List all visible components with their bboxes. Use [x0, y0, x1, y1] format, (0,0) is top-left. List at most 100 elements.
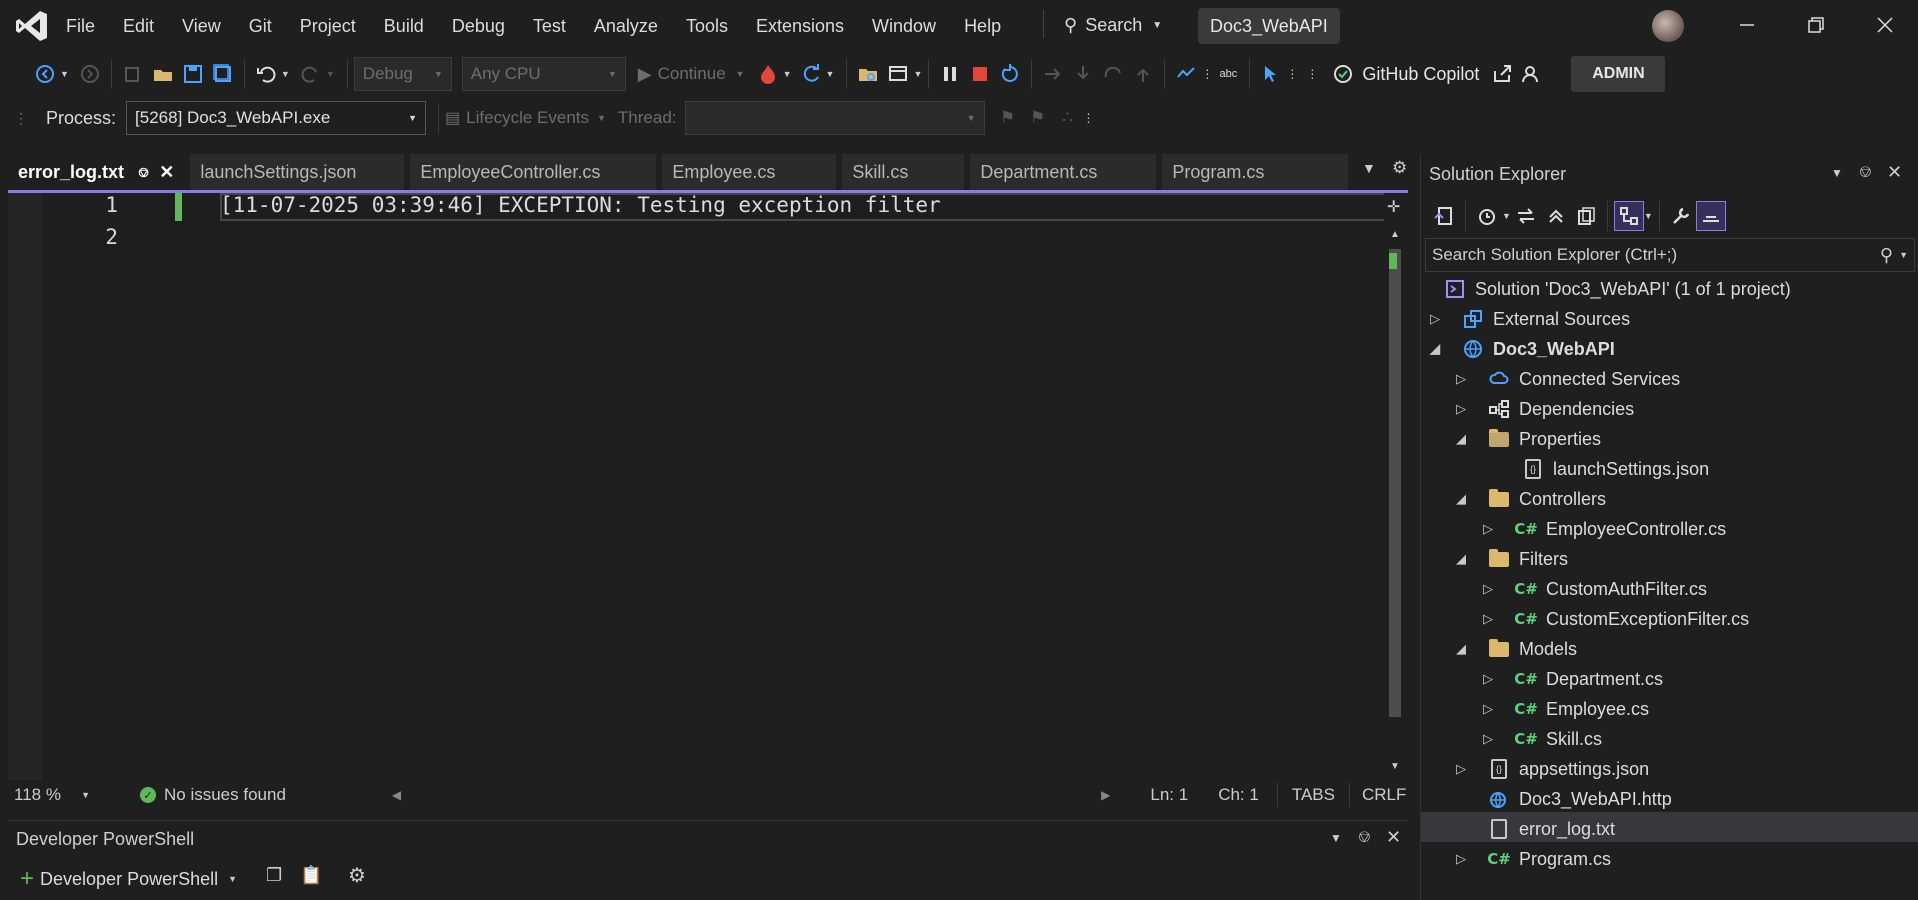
tree-item-launch-settings[interactable]: {} launchSettings.json — [1505, 454, 1709, 484]
show-all-files-icon[interactable] — [1571, 201, 1601, 231]
sync-with-active-document-icon[interactable] — [1511, 201, 1541, 231]
expand-arrow-icon[interactable]: ▷ — [1451, 401, 1471, 417]
save-all-icon[interactable] — [208, 59, 238, 89]
scrollbar-thumb[interactable] — [1389, 249, 1401, 717]
expand-arrow-icon[interactable]: ▷ — [1478, 581, 1498, 597]
navigate-back-icon[interactable] — [30, 59, 60, 89]
find-in-files-icon[interactable] — [853, 59, 883, 89]
overflow-icon[interactable]: ⋮ — [1201, 67, 1213, 81]
chevron-down-icon[interactable]: ▼ — [1831, 166, 1843, 180]
feedback-icon[interactable] — [1517, 59, 1547, 89]
chevron-down-icon[interactable]: ▼ — [1330, 831, 1342, 845]
tree-item-properties[interactable]: ◢ Properties — [1451, 424, 1601, 454]
chevron-down-icon[interactable]: ▼ — [1899, 250, 1908, 260]
collapse-arrow-icon[interactable]: ◢ — [1425, 341, 1445, 357]
open-folder-icon[interactable] — [148, 59, 178, 89]
tree-item-employee[interactable]: ▷ C# Employee.cs — [1478, 694, 1649, 724]
hot-reload-icon[interactable] — [753, 59, 783, 89]
tree-item-custom-auth-filter[interactable]: ▷ C# CustomAuthFilter.cs — [1478, 574, 1707, 604]
browser-link-icon[interactable] — [883, 59, 913, 89]
copy-icon[interactable]: ❐ — [266, 865, 282, 886]
split-editor-icon[interactable]: ✛ — [1387, 197, 1400, 217]
github-copilot-label[interactable]: GitHub Copilot — [1362, 64, 1479, 85]
tree-item-project[interactable]: ◢ Doc3_WebAPI — [1425, 334, 1615, 364]
tree-item-program[interactable]: ▷ C# Program.cs — [1451, 844, 1611, 874]
pending-changes-filter-icon[interactable] — [1472, 201, 1502, 231]
chevron-down-icon[interactable]: ▼ — [60, 69, 69, 79]
tree-item-appsettings[interactable]: ▷ {} appsettings.json — [1451, 754, 1649, 784]
close-icon[interactable]: ✕ — [159, 154, 174, 190]
overflow-icon[interactable]: ⋮ — [1083, 111, 1095, 125]
indentation-indicator[interactable]: TABS — [1292, 785, 1335, 805]
menu-help[interactable]: Help — [950, 0, 1015, 52]
search-button[interactable]: ⚲ Search ▼ — [1064, 10, 1162, 40]
admin-badge[interactable]: ADMIN — [1571, 56, 1666, 92]
solution-platform-dropdown[interactable]: Any CPU ▼ — [461, 57, 626, 91]
pause-icon[interactable] — [935, 59, 965, 89]
menu-window[interactable]: Window — [858, 0, 950, 52]
restart-icon[interactable] — [995, 59, 1025, 89]
chevron-down-icon[interactable]: ▼ — [281, 69, 290, 79]
share-icon[interactable] — [1487, 59, 1517, 89]
tree-item-dependencies[interactable]: ▷ Dependencies — [1451, 394, 1634, 424]
avatar[interactable] — [1652, 10, 1684, 42]
chevron-down-icon[interactable]: ▼ — [1502, 211, 1511, 221]
close-icon[interactable]: ✕ — [1887, 162, 1902, 183]
minimize-button[interactable] — [1734, 12, 1760, 38]
overflow-icon[interactable]: ⋮ — [1306, 67, 1318, 81]
chevron-down-icon[interactable]: ▼ — [1644, 211, 1653, 221]
expand-arrow-icon[interactable]: ▷ — [1451, 761, 1471, 777]
tree-item-controllers[interactable]: ◢ Controllers — [1451, 484, 1606, 514]
tree-item-employee-controller[interactable]: ▷ C# EmployeeController.cs — [1478, 514, 1726, 544]
column-indicator[interactable]: Ch: 1 — [1218, 785, 1259, 805]
gear-icon[interactable]: ⚙ — [348, 863, 366, 888]
solution-configuration-dropdown[interactable]: Debug ▼ — [353, 57, 452, 91]
line-indicator[interactable]: Ln: 1 — [1150, 785, 1188, 805]
pin-icon[interactable]: ⎊ — [1859, 164, 1872, 182]
preview-selected-items-icon[interactable] — [1695, 201, 1726, 231]
spell-check-icon[interactable]: abc — [1213, 59, 1243, 89]
undo-icon[interactable] — [251, 59, 281, 89]
tab-list-dropdown-icon[interactable]: ▼ — [1362, 160, 1376, 176]
menu-git[interactable]: Git — [235, 0, 286, 52]
tab-program[interactable]: Program.cs — [1162, 154, 1349, 190]
menu-debug[interactable]: Debug — [438, 0, 519, 52]
zoom-dropdown[interactable]: 118 % ▼ — [8, 785, 100, 805]
continue-button[interactable]: ▶ Continue ▼ — [638, 64, 745, 85]
issues-indicator[interactable]: ✓ No issues found — [140, 785, 286, 805]
collapse-arrow-icon[interactable]: ◢ — [1451, 491, 1471, 507]
tree-item-skill[interactable]: ▷ C# Skill.cs — [1478, 724, 1602, 754]
menu-edit[interactable]: Edit — [109, 0, 168, 52]
line-ending-indicator[interactable]: CRLF — [1362, 785, 1406, 805]
tab-skill[interactable]: Skill.cs — [842, 154, 965, 190]
menu-file[interactable]: File — [52, 0, 109, 52]
scroll-right-icon[interactable]: ▶ — [1101, 788, 1110, 802]
collapse-all-icon[interactable] — [1541, 201, 1571, 231]
tree-item-solution[interactable]: Solution 'Doc3_WebAPI' (1 of 1 project) — [1441, 274, 1791, 304]
tree-item-models[interactable]: ◢ Models — [1451, 634, 1577, 664]
diagnostic-tools-icon[interactable] — [1171, 59, 1201, 89]
tree-item-connected-services[interactable]: ▷ Connected Services — [1451, 364, 1680, 394]
chevron-down-icon[interactable]: ▼ — [826, 69, 835, 79]
chevron-down-icon[interactable]: ▼ — [228, 874, 237, 884]
gear-icon[interactable]: ⚙ — [1392, 158, 1407, 178]
tree-item-department[interactable]: ▷ C# Department.cs — [1478, 664, 1663, 694]
menu-view[interactable]: View — [168, 0, 235, 52]
expand-arrow-icon[interactable]: ▷ — [1451, 371, 1471, 387]
expand-arrow-icon[interactable]: ▷ — [1478, 731, 1498, 747]
expand-arrow-icon[interactable]: ▷ — [1451, 851, 1471, 867]
expand-arrow-icon[interactable]: ▷ — [1425, 311, 1445, 327]
menu-extensions[interactable]: Extensions — [742, 0, 858, 52]
select-element-icon[interactable] — [1256, 59, 1286, 89]
text-editor[interactable]: 1 2 [11-07-2025 03:39:46] EXCEPTION: Tes… — [8, 190, 1408, 780]
tab-employee[interactable]: Employee.cs — [662, 154, 837, 190]
code-line[interactable]: [11-07-2025 03:39:46] EXCEPTION: Testing… — [220, 193, 941, 217]
vertical-scrollbar[interactable]: ✛ ▲ ▼ — [1384, 193, 1408, 780]
tree-item-external-sources[interactable]: ▷ External Sources — [1425, 304, 1630, 334]
new-terminal-button[interactable]: + Developer PowerShell ▼ — [20, 865, 237, 893]
tab-error-log[interactable]: error_log.txt ⎊ ✕ — [8, 154, 185, 190]
menu-analyze[interactable]: Analyze — [580, 0, 672, 52]
collapse-arrow-icon[interactable]: ◢ — [1451, 551, 1471, 567]
properties-wrench-icon[interactable] — [1666, 201, 1696, 231]
project-view-icon[interactable] — [1613, 201, 1644, 231]
